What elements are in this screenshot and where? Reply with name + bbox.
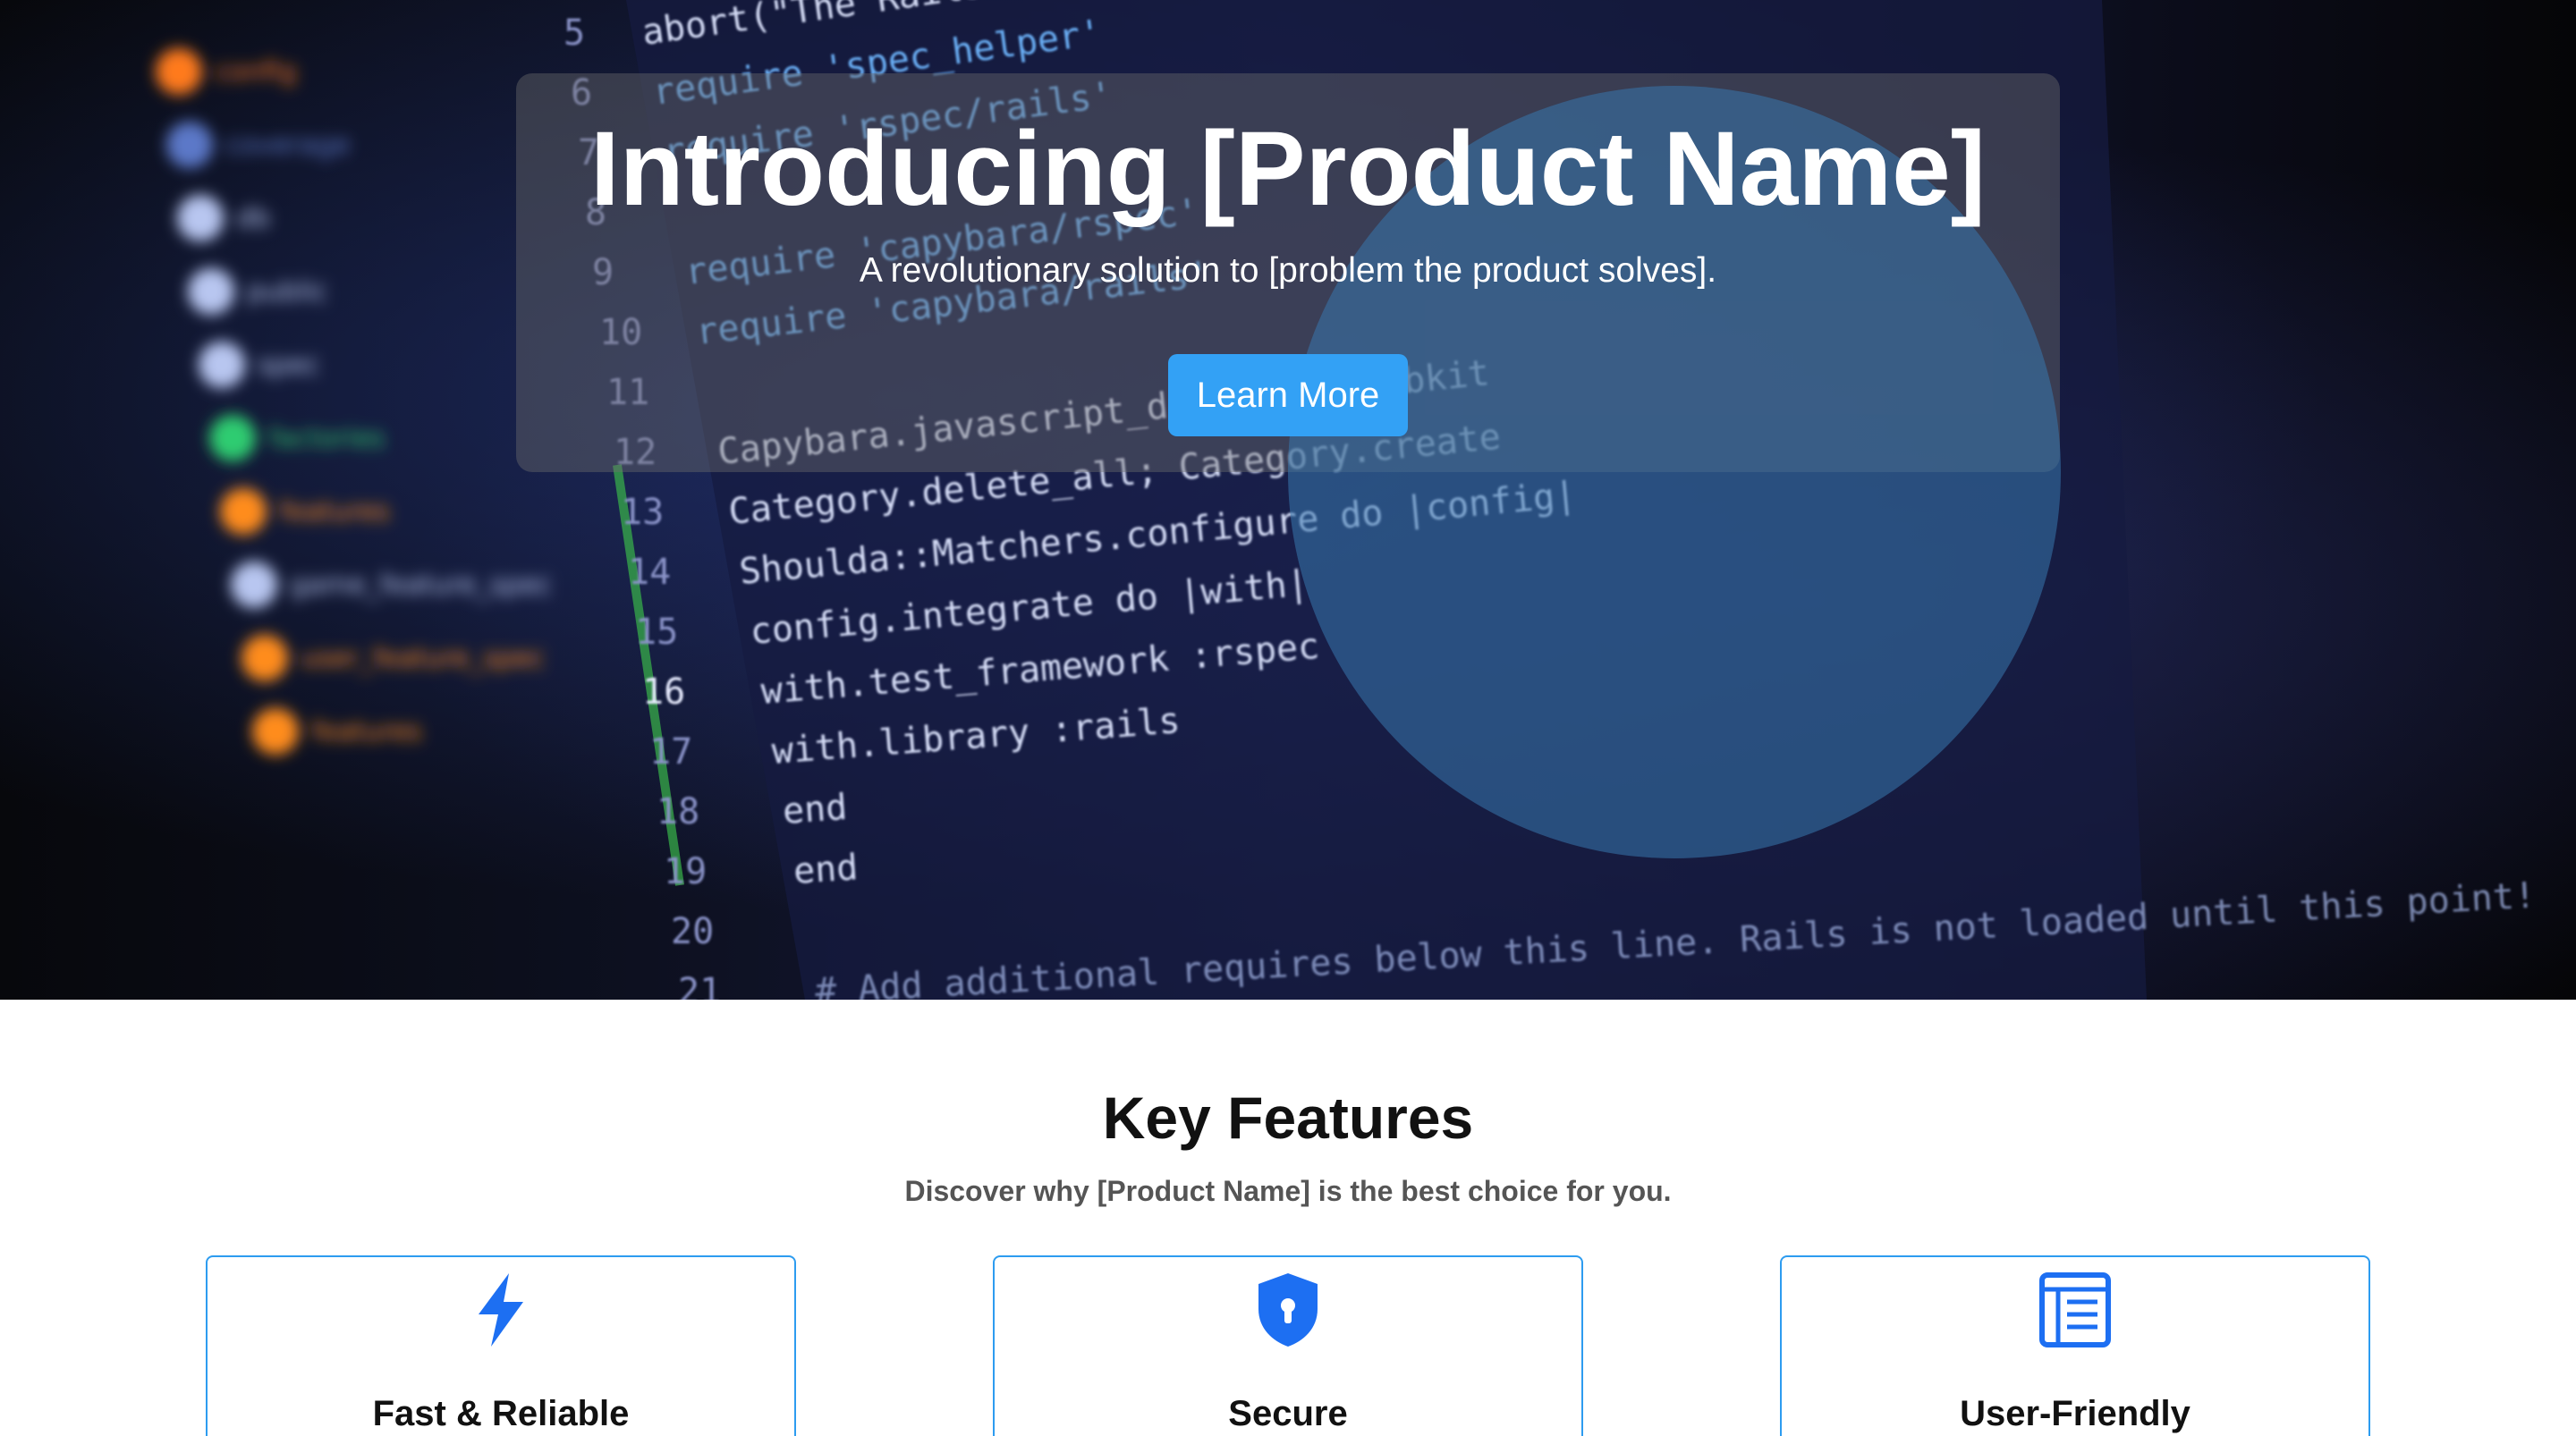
feature-card-secure: Secure <box>993 1255 1583 1436</box>
sidebar-folder-icon <box>199 342 245 388</box>
code-line-number: 18 <box>657 791 699 832</box>
feature-title: Fast & Reliable <box>372 1394 630 1433</box>
code-line-number: 20 <box>671 911 714 952</box>
code-line-number: 13 <box>621 492 664 533</box>
hero-title: Introducing [Product Name] <box>589 110 1987 228</box>
feature-title: Secure <box>1228 1394 1348 1433</box>
sidebar-entry: features <box>279 496 390 528</box>
code-line: end <box>781 787 848 832</box>
sidebar-entry: public <box>247 276 327 308</box>
code-line-number: 21 <box>678 971 721 1000</box>
hero-subtitle: A revolutionary solution to [problem the… <box>859 251 1717 290</box>
code-line-number: 16 <box>642 672 685 713</box>
hero-section: config coverage db public spec factories featu… <box>0 0 2576 1000</box>
lightning-bolt-icon <box>208 1270 794 1350</box>
sidebar-folder-icon <box>231 562 277 608</box>
sidebar-folder-icon <box>188 268 234 315</box>
features-title: Key Features <box>1102 1085 1474 1151</box>
sidebar-folder-icon <box>220 488 267 535</box>
sidebar-entry: features <box>311 716 422 748</box>
sidebar-folder-icon <box>156 48 202 95</box>
code-line-number: 5 <box>564 13 585 54</box>
sidebar-entry: spec <box>258 350 320 381</box>
sidebar-folder-icon <box>209 415 256 461</box>
sidebar-entry: coverage <box>225 130 350 161</box>
sidebar-entry: config <box>215 56 297 88</box>
code-line-number: 19 <box>664 851 707 892</box>
shield-lock-icon <box>995 1270 1581 1350</box>
feature-title: User-Friendly <box>1960 1394 2190 1433</box>
document-list-icon <box>1782 1270 2368 1350</box>
sidebar-folder-icon <box>166 122 213 168</box>
learn-more-button[interactable]: Learn More <box>1168 354 1408 436</box>
sidebar-entry: factories <box>268 423 385 454</box>
sidebar-folder-icon <box>242 635 288 681</box>
sidebar-entry: user_feature_spec <box>301 643 545 674</box>
code-line-number: 14 <box>628 552 671 593</box>
sidebar-entry: game_feature_spec <box>290 570 552 601</box>
code-line-number: 15 <box>635 612 678 653</box>
code-line: end <box>792 847 860 892</box>
sidebar-folder-icon <box>252 708 299 755</box>
code-line-number: 17 <box>649 731 692 773</box>
sidebar-entry: db <box>236 203 270 234</box>
feature-card-fast-reliable: Fast & Reliable <box>206 1255 796 1436</box>
feature-card-user-friendly: User-Friendly <box>1780 1255 2370 1436</box>
features-subtitle: Discover why [Product Name] is the best … <box>904 1175 1672 1207</box>
sidebar-folder-icon <box>177 195 224 241</box>
